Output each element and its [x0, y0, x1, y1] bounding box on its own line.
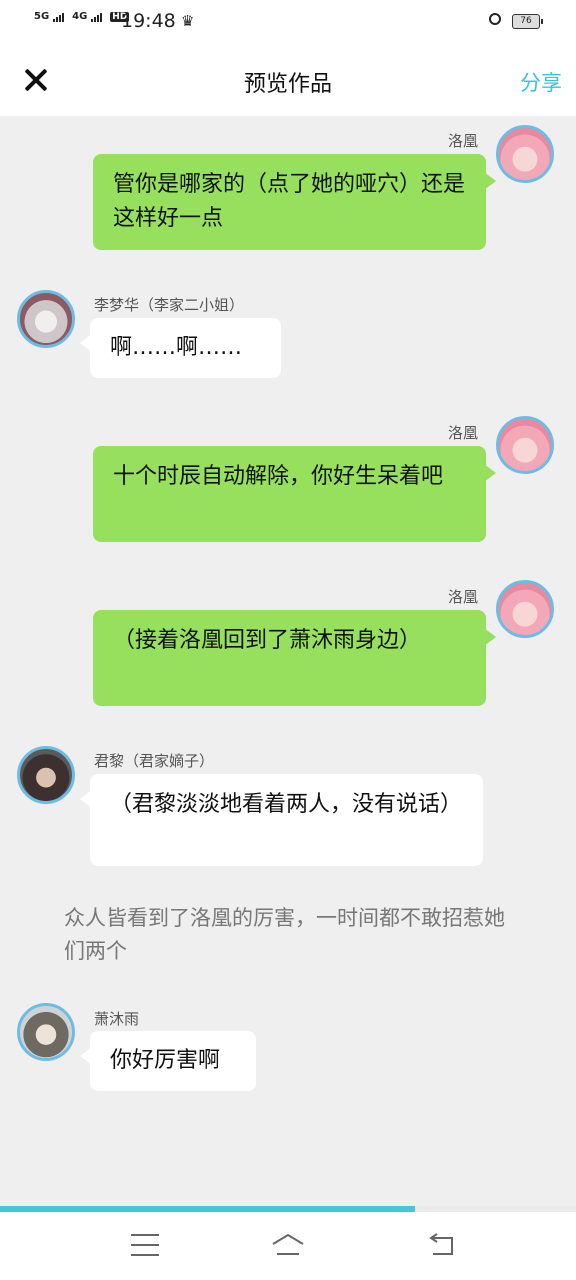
battery-icon: 76: [512, 14, 543, 29]
signal-icon: [90, 11, 103, 22]
system-nav-bar: [0, 1212, 576, 1280]
network-indicator: 5G 4G HD: [34, 11, 131, 22]
network-5g-label: 5G: [34, 11, 50, 22]
speaker-name: 洛凰: [448, 132, 479, 150]
avatar[interactable]: [496, 125, 554, 183]
menu-icon[interactable]: [131, 1234, 159, 1256]
message-bubble: 管你是哪家的（点了她的哑穴）还是这样好一点: [93, 154, 496, 250]
page-title: 预览作品: [243, 72, 332, 97]
narration-text: 众人皆看到了洛凰的厉害，一时间都不敢招惹她们两个: [64, 906, 505, 963]
signal-icon: [52, 11, 65, 22]
speaker-name: 洛凰: [448, 588, 479, 606]
message-bubble: 你好厉害啊: [80, 1031, 256, 1091]
status-bar: 5G 4G HD 19:48 ♛ 76: [0, 0, 576, 44]
message-bubble: 十个时辰自动解除，你好生呆着吧: [93, 446, 496, 542]
avatar[interactable]: [496, 580, 554, 638]
alarm-icon: [489, 13, 501, 25]
speaker-name: 萧沐雨: [94, 1010, 140, 1028]
clock: 19:48: [121, 10, 176, 32]
home-icon[interactable]: [271, 1232, 305, 1258]
message-bubble: （君黎淡淡地看着两人，没有说话）: [80, 774, 483, 866]
back-icon[interactable]: [425, 1232, 455, 1258]
message-bubble: 啊……啊……: [80, 318, 281, 378]
speaker-name: 君黎（君家嫡子）: [94, 752, 215, 770]
avatar[interactable]: [17, 746, 75, 804]
speaker-name: 李梦华（李家二小姐）: [94, 296, 245, 314]
message-bubble: （接着洛凰回到了萧沐雨身边）: [93, 610, 496, 706]
share-button[interactable]: 分享: [520, 67, 562, 97]
title-bar: 预览作品 分享: [0, 44, 576, 116]
avatar[interactable]: [17, 290, 75, 348]
network-4g-label: 4G: [72, 11, 88, 22]
avatar[interactable]: [17, 1003, 75, 1061]
avatar[interactable]: [496, 416, 554, 474]
crown-icon: ♛: [181, 12, 195, 30]
speaker-name: 洛凰: [448, 424, 479, 442]
